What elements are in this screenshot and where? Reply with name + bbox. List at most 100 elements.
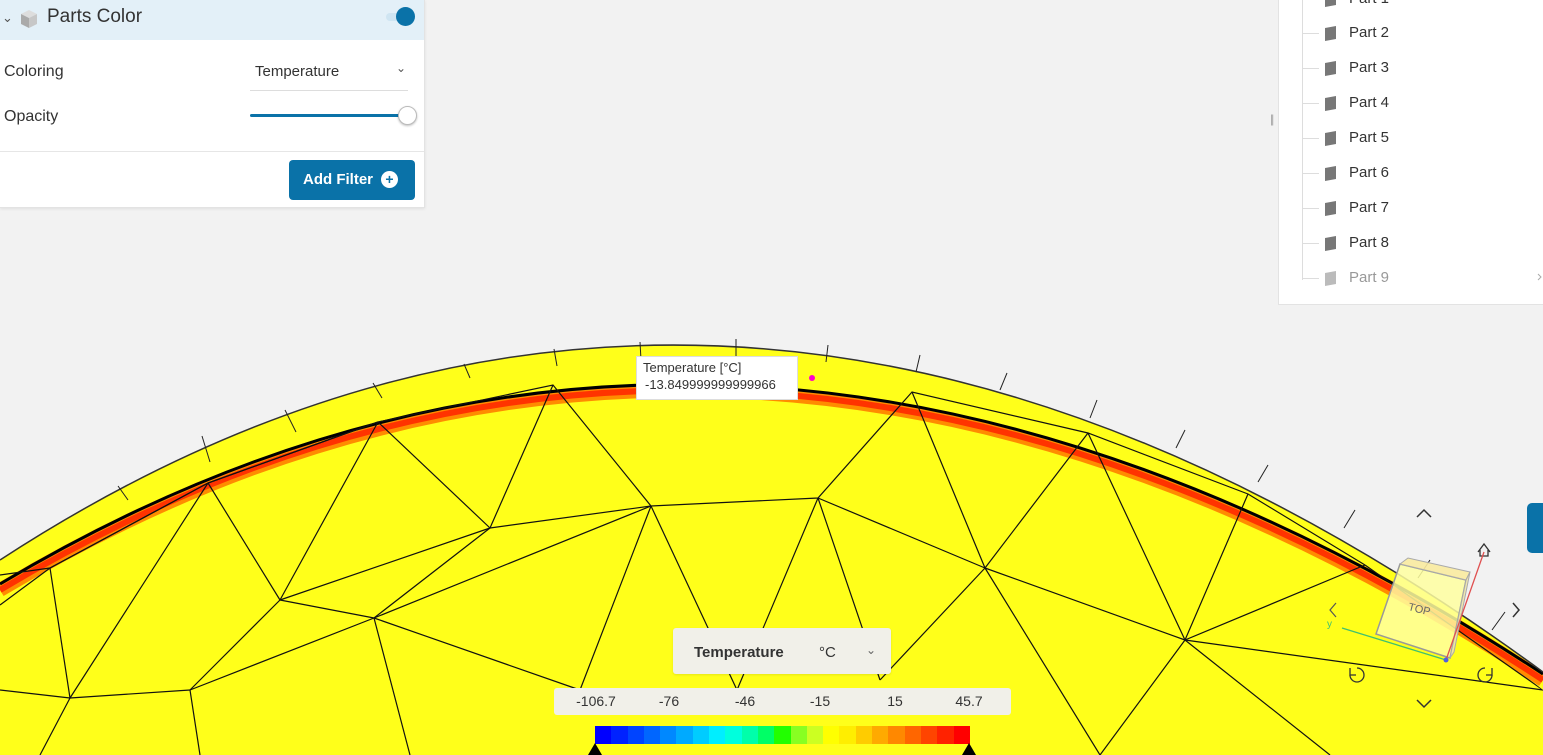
nav-left-icon[interactable] (1329, 602, 1337, 618)
color-scale-segment (676, 726, 693, 744)
tree-item-label: Part 4 (1349, 94, 1390, 111)
color-scale-segment (855, 726, 873, 744)
filter-panel: ⌄ Parts Color Coloring Temperature ⌄ Opa… (0, 0, 425, 208)
tree-connector (1303, 103, 1319, 104)
tree-item[interactable]: Part 4 (1303, 92, 1523, 116)
tree-item[interactable]: Part 2 (1303, 22, 1523, 46)
tree-item[interactable]: Part 8 (1303, 232, 1523, 256)
chevron-down-icon: ⌄ (866, 643, 877, 657)
tree-connector (1303, 173, 1319, 174)
visibility-toggle[interactable] (386, 7, 416, 27)
coloring-select[interactable]: Temperature ⌄ (250, 56, 408, 91)
color-scale-segment (904, 726, 921, 744)
y-axis-label: y (1327, 619, 1332, 630)
parts-tree-panel: Part 1 Part 2 Part 3 Part 4 Part 5 Part 6 Part… (1278, 0, 1543, 305)
color-scale-segment (692, 726, 710, 744)
color-scale-segment (920, 726, 938, 744)
tree-item[interactable]: Part 7 (1303, 197, 1523, 221)
color-scale-segment (937, 726, 954, 744)
tree-item-label: Part 8 (1349, 234, 1390, 251)
color-scale-segment (790, 726, 807, 744)
tree-item-label: Part 7 (1349, 199, 1390, 216)
scrollbar[interactable] (1537, 270, 1543, 284)
chevron-down-icon: ⌄ (395, 61, 406, 75)
opacity-slider-thumb[interactable] (398, 106, 417, 125)
tree-item-label: Part 6 (1349, 164, 1390, 181)
legend-quantity: Temperature (694, 644, 784, 661)
probe-marker (809, 375, 815, 381)
divider (0, 151, 424, 152)
color-scale-segment (757, 726, 775, 744)
color-scale-segment (774, 726, 791, 744)
tree-item-label: Part 9 (1349, 269, 1390, 286)
nav-up-icon[interactable] (1416, 508, 1432, 518)
chevron-down-icon[interactable]: ⌄ (2, 10, 13, 26)
part-icon (1325, 236, 1336, 251)
color-scale-segment (611, 726, 628, 744)
part-icon (1325, 166, 1336, 181)
tree-item[interactable]: Part 6 (1303, 162, 1523, 186)
add-filter-button[interactable]: Add Filter + (289, 160, 415, 200)
nav-down-icon[interactable] (1416, 699, 1432, 709)
color-scale-bar (595, 726, 970, 744)
tree-connector (1303, 243, 1319, 244)
tooltip-value: -13.849999999999966 (645, 377, 776, 392)
tree-item-label: Part 1 (1349, 0, 1389, 7)
part-icon (1325, 271, 1336, 286)
opacity-slider-track (250, 114, 406, 117)
legend-tick-label: -76 (658, 693, 680, 709)
part-icon (1325, 61, 1336, 76)
tree-connector (1303, 278, 1319, 279)
home-icon[interactable] (1477, 542, 1491, 557)
color-scale-segment (627, 726, 644, 744)
tree-item-label: Part 5 (1349, 129, 1390, 146)
tree-item[interactable]: Part 3 (1303, 57, 1523, 81)
part-icon (1325, 131, 1336, 146)
legend-tick-label: 15 (887, 693, 903, 709)
nav-right-icon[interactable] (1512, 602, 1520, 618)
filter-panel-header[interactable]: ⌄ Parts Color (0, 0, 424, 40)
legend-max-marker[interactable] (962, 743, 976, 755)
part-icon (1325, 201, 1336, 216)
color-scale-segment (725, 726, 742, 744)
tree-connector (1303, 208, 1319, 209)
color-scale-segment (595, 726, 612, 744)
part-icon (1325, 26, 1336, 41)
panel-resize-handle[interactable]: || (1270, 112, 1274, 126)
tree-connector (1303, 68, 1319, 69)
panel-title: Parts Color (47, 6, 143, 27)
color-scale-segment (709, 726, 726, 744)
plus-circle-icon: + (381, 171, 398, 188)
add-filter-label: Add Filter (303, 171, 373, 188)
navigation-cube[interactable]: TOP y (1320, 500, 1530, 710)
coloring-label: Coloring (4, 63, 64, 80)
legend-min-marker[interactable] (588, 743, 602, 755)
tree-item-label: Part 3 (1349, 59, 1390, 76)
coloring-select-value: Temperature (255, 63, 340, 80)
legend-tick-label: 45.7 (955, 693, 983, 709)
tree-connector (1303, 138, 1319, 139)
part-icon (1325, 96, 1336, 111)
color-scale-segment (888, 726, 905, 744)
legend-tick-label: -46 (734, 693, 756, 709)
legend-tick-labels: -106.7 -76 -46 -15 15 45.7 (554, 688, 1011, 715)
part-icon (1325, 0, 1336, 7)
color-scale-segment (741, 726, 758, 744)
tree-item-label: Part 2 (1349, 24, 1390, 41)
opacity-slider[interactable] (250, 106, 418, 126)
tree-item[interactable]: Part 5 (1303, 127, 1523, 151)
tree-connector (1303, 33, 1319, 34)
legend-selector[interactable]: Temperature °C ⌄ (673, 628, 891, 674)
color-scale-segment (823, 726, 840, 744)
tree-item[interactable]: Part 9 (1303, 267, 1523, 291)
color-scale-segment (806, 726, 824, 744)
tree-item[interactable]: Part 1 (1303, 0, 1523, 12)
tooltip-quantity: Temperature [°C] (643, 360, 742, 375)
color-scale-segment (839, 726, 856, 744)
rotate-left-icon[interactable] (1349, 667, 1365, 683)
rotate-right-icon[interactable] (1477, 667, 1493, 683)
probe-tooltip: Temperature [°C] -13.849999999999966 (636, 356, 798, 400)
color-scale-segment (643, 726, 661, 744)
opacity-label: Opacity (4, 108, 59, 125)
legend-unit: °C (819, 644, 836, 661)
